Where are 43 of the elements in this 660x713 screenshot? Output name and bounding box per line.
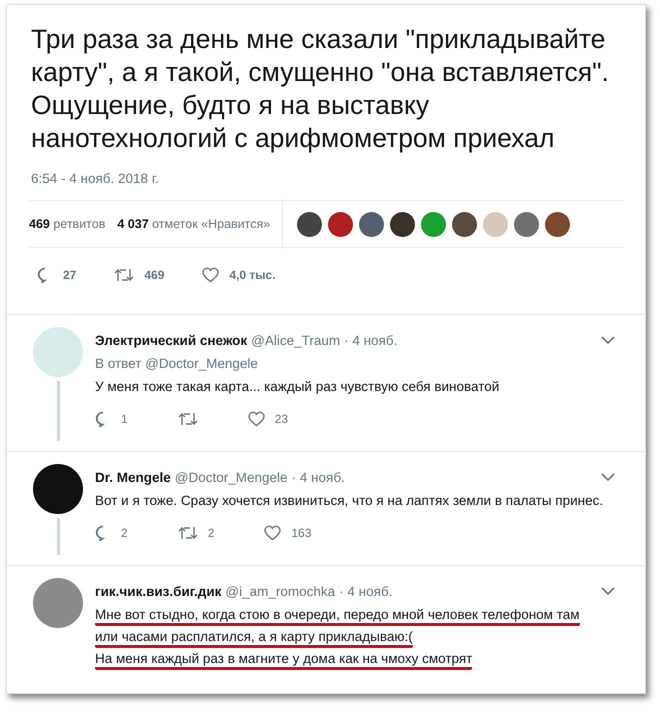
- avatar[interactable]: [390, 212, 416, 236]
- user-name[interactable]: гик.чик.виз.биг.дик: [95, 584, 222, 599]
- avatar[interactable]: [33, 464, 83, 514]
- avatar[interactable]: [545, 212, 570, 236]
- action-count: 27: [63, 268, 76, 282]
- reply-text: или часами расплатился, а я карту прикладываю:(: [95, 629, 413, 648]
- user-name[interactable]: Электрический снежок: [95, 333, 248, 348]
- action-count: 163: [291, 526, 312, 540]
- action-count: 469: [144, 268, 164, 282]
- retweet-icon[interactable]: [178, 411, 198, 427]
- reply-date[interactable]: · 4 нояб.: [339, 584, 392, 599]
- reply-text: На меня каждый раз в магните у дома как на чмоху смотрят: [95, 651, 472, 670]
- avatar[interactable]: [359, 212, 384, 236]
- avatar[interactable]: [452, 212, 478, 236]
- heart-icon[interactable]: [264, 525, 282, 541]
- heart-icon[interactable]: [202, 267, 220, 283]
- caret-icon[interactable]: [601, 587, 615, 596]
- heart-icon[interactable]: [248, 411, 265, 427]
- reply-text: У меня тоже такая карта... каждый раз чувствую себя виноватой: [95, 379, 500, 394]
- action-count: 23: [274, 412, 288, 426]
- avatar[interactable]: [297, 212, 322, 236]
- retweet-icon[interactable]: [114, 267, 134, 283]
- retweet-icon[interactable]: [178, 525, 198, 541]
- caret-icon[interactable]: [601, 473, 615, 482]
- reply-text: Мне вот стыдно, когда стою в очереди, передо мной человек телефоном там: [95, 607, 580, 626]
- tweet-timestamp[interactable]: 6:54 - 4 нояб. 2018 г.: [31, 171, 623, 186]
- avatar[interactable]: [328, 212, 354, 236]
- action-count: 2: [121, 526, 128, 540]
- stat-count[interactable]: 4 037 отметок «Нравится»: [117, 217, 270, 231]
- action-count: 1: [121, 412, 128, 426]
- action-count: 2: [208, 526, 214, 540]
- reply-date[interactable]: · 4 нояб.: [344, 333, 398, 348]
- action-count: 4,0 тыс.: [229, 268, 276, 282]
- caret-icon[interactable]: [601, 336, 615, 345]
- reply-to-text[interactable]: В ответ @Doctor_Mengele: [95, 356, 615, 371]
- user-handle[interactable]: @i_am_romochka: [225, 584, 336, 599]
- user-handle[interactable]: @Doctor_Mengele: [174, 470, 288, 485]
- reply-text: Вот и я тоже. Сразу хочется извиниться, что я на лаптях земли в палаты принес.: [95, 493, 604, 508]
- user-name[interactable]: Dr. Mengele: [95, 470, 171, 485]
- reply-date[interactable]: · 4 нояб.: [292, 470, 345, 485]
- user-handle[interactable]: @Alice_Traum: [251, 333, 340, 348]
- stat-count[interactable]: 469 ретвитов: [29, 217, 106, 231]
- tweet-text: Три раза за день мне сказали "прикладывайте карту", а я такой, смущенно "она вставляется". Ощущение, будто я на выставку нанотехнологий с арифмометром приехал: [31, 23, 610, 155]
